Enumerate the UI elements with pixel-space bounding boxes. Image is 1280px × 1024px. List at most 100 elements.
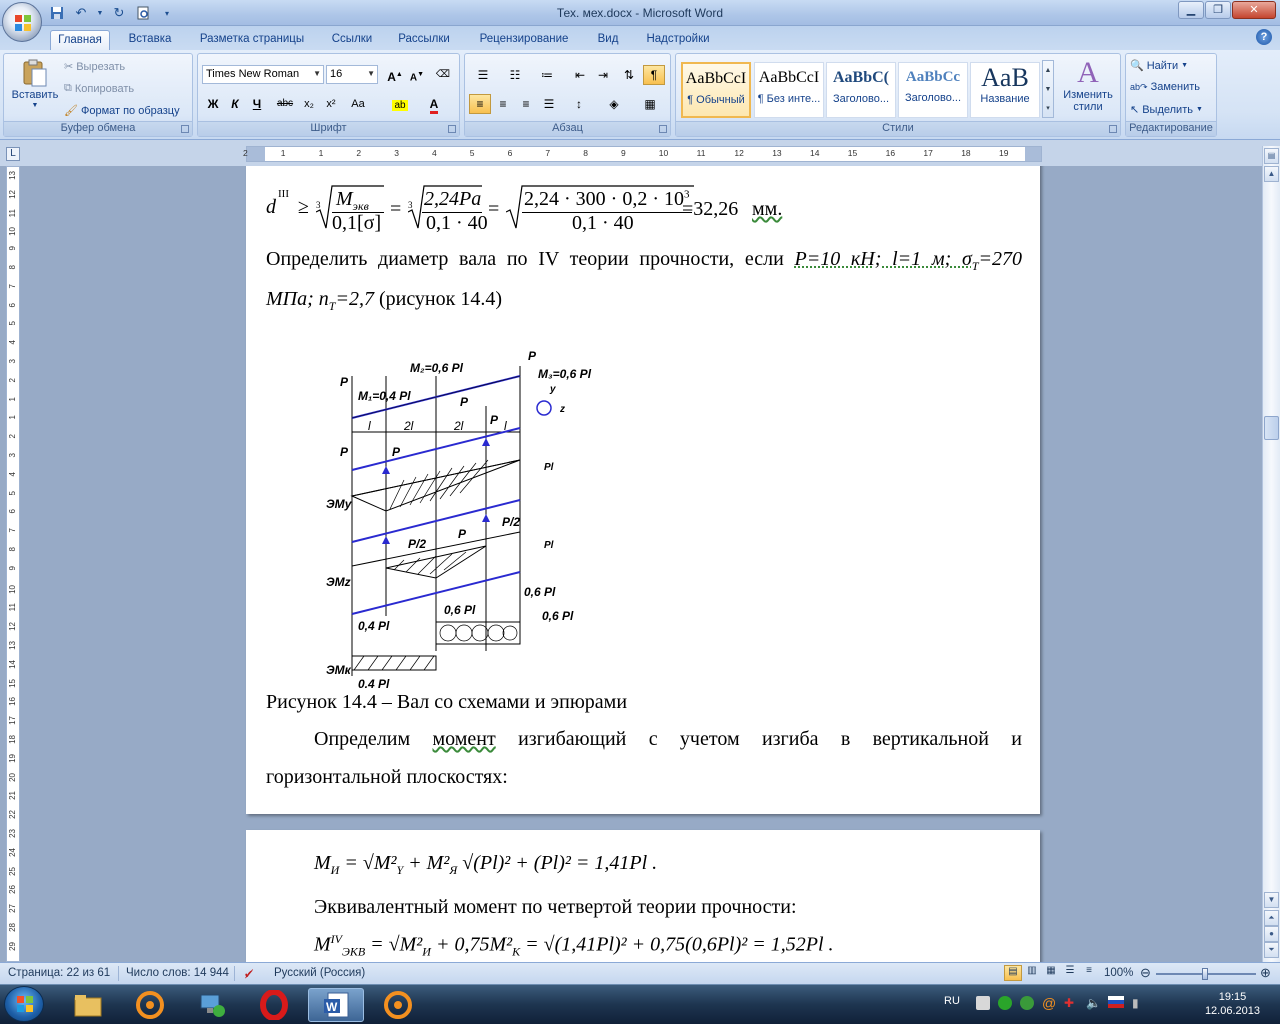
- bullets-icon[interactable]: ☰: [469, 65, 497, 85]
- font-launcher-icon[interactable]: [448, 125, 456, 133]
- tab-selector-icon[interactable]: L: [6, 147, 20, 161]
- scroll-up-arrow[interactable]: ▲: [1264, 166, 1279, 182]
- browse-object-icon[interactable]: ●: [1264, 926, 1279, 942]
- vertical-scrollbar[interactable]: ▤ ▲ ▼ ⏶ ● ⏷: [1262, 146, 1280, 962]
- style-title[interactable]: AaB Название: [970, 62, 1040, 118]
- save-icon[interactable]: [48, 4, 66, 22]
- numbering-icon[interactable]: ☷: [501, 65, 529, 85]
- replace-button[interactable]: ab↷ Заменить: [1130, 81, 1200, 93]
- next-page-icon[interactable]: ⏷: [1264, 942, 1279, 958]
- prev-page-icon[interactable]: ⏶: [1264, 910, 1279, 926]
- change-styles-button[interactable]: A Изменить стили: [1058, 58, 1118, 114]
- proofing-icon[interactable]: ✔̸: [244, 967, 254, 981]
- zoom-slider-thumb[interactable]: [1202, 968, 1208, 980]
- italic-button[interactable]: К: [224, 94, 246, 114]
- redo-icon[interactable]: ↻: [110, 4, 128, 22]
- taskbar-mail-agent[interactable]: [370, 988, 426, 1022]
- scroll-down-arrow[interactable]: ▼: [1264, 892, 1279, 908]
- close-button[interactable]: ✕: [1232, 1, 1276, 19]
- superscript-button[interactable]: x²: [320, 94, 342, 114]
- zoom-level[interactable]: 100%: [1104, 967, 1133, 979]
- shading-icon[interactable]: ◈: [599, 94, 629, 114]
- change-case-button[interactable]: Aa: [344, 94, 372, 114]
- highlight-button[interactable]: ab: [386, 94, 414, 114]
- align-center-icon[interactable]: ≡: [492, 94, 514, 114]
- underline-button[interactable]: Ч: [246, 94, 268, 114]
- taskbar-mail[interactable]: [122, 988, 178, 1022]
- tab-mailings[interactable]: Рассылки: [390, 30, 458, 50]
- strikethrough-button[interactable]: abc: [274, 94, 296, 114]
- align-right-icon[interactable]: ≡: [515, 94, 537, 114]
- scroll-thumb[interactable]: [1264, 416, 1279, 440]
- outline-icon[interactable]: ☰: [1061, 965, 1079, 981]
- bold-button[interactable]: Ж: [202, 94, 224, 114]
- undo-icon[interactable]: ↶: [72, 4, 90, 22]
- cut-button[interactable]: ✂ Вырезать: [64, 60, 125, 74]
- input-language[interactable]: RU: [944, 995, 960, 1007]
- draft-icon[interactable]: ≡: [1080, 965, 1098, 981]
- clear-format-icon[interactable]: ⌫: [432, 65, 454, 85]
- ruler-toggle-icon[interactable]: ▤: [1264, 148, 1279, 164]
- print-layout-icon[interactable]: ▤: [1004, 965, 1022, 981]
- tab-references[interactable]: Ссылки: [324, 30, 380, 50]
- start-button[interactable]: [4, 986, 44, 1022]
- undo-dropdown-icon[interactable]: ▼: [96, 4, 104, 22]
- style-heading2[interactable]: AaBbCc Заголово...: [898, 62, 968, 118]
- clipboard-launcher-icon[interactable]: [181, 125, 189, 133]
- network-tray-icon[interactable]: ▮: [1132, 996, 1146, 1010]
- taskbar-explorer[interactable]: [60, 988, 116, 1022]
- tab-view[interactable]: Вид: [590, 30, 626, 50]
- style-heading1[interactable]: AaBbC(Заголово...: [826, 62, 896, 118]
- zoom-out-icon[interactable]: ⊖: [1140, 965, 1151, 981]
- taskbar-word[interactable]: W: [308, 988, 364, 1022]
- justify-icon[interactable]: ☰: [538, 94, 560, 114]
- zoom-in-icon[interactable]: ⊕: [1260, 965, 1271, 981]
- maximize-button[interactable]: ❐: [1205, 1, 1231, 19]
- subscript-button[interactable]: x₂: [298, 94, 320, 114]
- horizontal-ruler[interactable]: 2 1 1 2 3 4 5 6 7 8 9 10 11 12 13 14 15 16 17 18 19: [243, 146, 1042, 162]
- styles-scroll[interactable]: ▲ ▼ ▾: [1042, 60, 1054, 118]
- minimize-button[interactable]: ▁: [1178, 1, 1204, 19]
- borders-icon[interactable]: ▦: [635, 94, 665, 114]
- taskbar-network[interactable]: [184, 988, 240, 1022]
- language-indicator[interactable]: Русский (Россия): [274, 967, 365, 979]
- multilevel-list-icon[interactable]: ≔: [533, 65, 561, 85]
- tray-app-icon[interactable]: [976, 996, 990, 1010]
- taskbar-opera[interactable]: [246, 988, 302, 1022]
- shrink-font-button[interactable]: A▼: [406, 65, 428, 85]
- language-flag-icon[interactable]: [1108, 996, 1124, 1008]
- help-icon[interactable]: ?: [1256, 29, 1272, 45]
- print-preview-icon[interactable]: [134, 4, 152, 22]
- web-layout-icon[interactable]: ▦: [1042, 965, 1060, 981]
- line-spacing-icon[interactable]: ↕: [565, 94, 593, 114]
- show-marks-icon[interactable]: ¶: [643, 65, 665, 85]
- tab-insert[interactable]: Вставка: [120, 30, 180, 50]
- font-color-button[interactable]: A: [420, 94, 448, 114]
- paste-button[interactable]: Вставить ▼: [10, 58, 60, 109]
- customize-qat-icon[interactable]: ▾: [158, 4, 176, 22]
- clock[interactable]: 19:15 12.06.2013: [1205, 990, 1260, 1018]
- font-name-combo[interactable]: Times New Roman ▼: [202, 65, 324, 84]
- copy-button[interactable]: ⧉ Копировать: [64, 82, 134, 95]
- vertical-ruler[interactable]: 13 12 11 10 9 8 7 6 5 4 3 2 1 1 2 3 4 5 6 7 8 9 10 11 12 13 14 15 16…: [6, 166, 20, 962]
- document-page-2[interactable]: MИ = √M²Y + M²Я √(Pl)² + (Pl)² = 1,41Pl …: [246, 830, 1040, 962]
- grow-font-button[interactable]: A▲: [384, 65, 406, 85]
- paste-dropdown-icon[interactable]: ▼: [32, 102, 39, 109]
- volume-icon[interactable]: 🔈: [1086, 996, 1101, 1010]
- tray-update-icon[interactable]: [1020, 996, 1034, 1010]
- style-no-spacing[interactable]: AaBbCcI ¶ Без инте...: [754, 62, 824, 118]
- tray-icq-icon[interactable]: [998, 996, 1012, 1010]
- document-page[interactable]: Mэкв = √M²и + M²к = √(2Pa)² + (Pa)² = 2,…: [246, 166, 1040, 814]
- word-count[interactable]: Число слов: 14 944: [126, 967, 229, 979]
- zoom-slider[interactable]: [1156, 968, 1256, 980]
- select-button[interactable]: ↖ Выделить ▼: [1130, 103, 1203, 117]
- page-indicator[interactable]: Страница: 22 из 61: [8, 967, 110, 979]
- align-left-icon[interactable]: ≡: [469, 94, 491, 114]
- tray-mail-icon[interactable]: @: [1042, 996, 1056, 1010]
- decrease-indent-icon[interactable]: ⇤: [569, 65, 591, 85]
- styles-launcher-icon[interactable]: [1109, 125, 1117, 133]
- style-normal[interactable]: AaBbCcI ¶ Обычный: [681, 62, 751, 118]
- full-screen-icon[interactable]: ▥: [1023, 965, 1041, 981]
- find-button[interactable]: 🔍 Найти ▼: [1130, 59, 1188, 73]
- tab-home[interactable]: Главная: [50, 30, 110, 50]
